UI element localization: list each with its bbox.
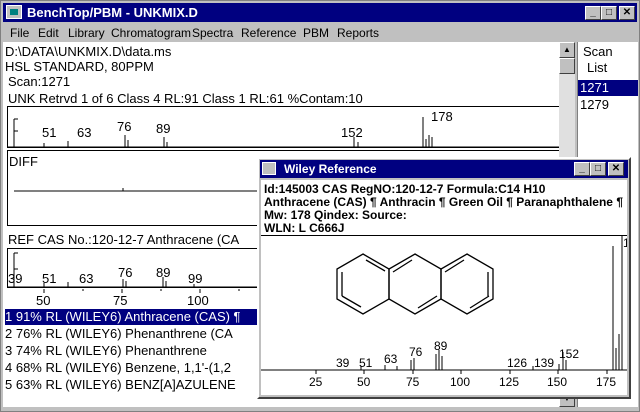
ref-peak-label: 99	[188, 271, 202, 286]
unknown-spectrum-panel[interactable]: 51 63 76 89 152 178	[7, 106, 574, 148]
wiley-peak-label: 126	[507, 356, 527, 370]
search-summary: UNK Retrvd 1 of 6 Class 4 RL:91 Class 1 …	[8, 91, 363, 106]
axis-tick-label: 100	[187, 293, 209, 308]
axis-tick-label: 75	[113, 293, 127, 308]
hit-row[interactable]: 4 68% RL (WILEY6) Benzene, 1,1'-(1,2	[5, 360, 261, 376]
unk-peak-label: 178	[431, 109, 453, 124]
ref-peak-label: 51	[42, 271, 56, 286]
scroll-up-button[interactable]: ▲	[559, 42, 575, 58]
unknown-spectrum-plot: 51 63 76 89 152 178	[8, 109, 574, 148]
mass-axis: 50 75 100	[36, 289, 240, 308]
wiley-axis-tick: 75	[406, 375, 420, 389]
wiley-mw-line: Mw: 178 Qindex: Source:	[264, 208, 407, 222]
menu-bar: File Edit Library Chromatogram Spectra R…	[3, 24, 637, 42]
menu-pbm[interactable]: PBM	[303, 26, 329, 40]
sample-name: HSL STANDARD, 80PPM	[5, 59, 154, 74]
menu-reference[interactable]: Reference	[241, 26, 296, 40]
menu-reports[interactable]: Reports	[337, 26, 379, 40]
scan-list-subtitle: List	[587, 60, 608, 75]
unk-peak-label: 89	[156, 121, 170, 136]
hit-row[interactable]: 2 76% RL (WILEY6) Phenanthrene (CA	[5, 326, 261, 342]
reference-header: REF CAS No.:120-12-7 Anthracene (CA	[8, 232, 240, 247]
wiley-axis-tick: 25	[309, 375, 323, 389]
wiley-peak-label: 76	[409, 345, 423, 359]
wiley-maximize-button[interactable]: □	[590, 162, 606, 176]
wiley-close-button[interactable]: ✕	[608, 162, 624, 176]
menu-chromatogram[interactable]: Chromatogram	[111, 26, 191, 40]
wiley-title: Wiley Reference	[284, 162, 377, 176]
hit-list: 1 91% RL (WILEY6) Anthracene (CAS) ¶ 2 7…	[5, 309, 261, 407]
ref-peak-label: 76	[118, 265, 132, 280]
wiley-axis-tick: 150	[547, 375, 567, 389]
wiley-axis-tick: 125	[499, 375, 519, 389]
hit-row[interactable]: 3 74% RL (WILEY6) Phenanthrene	[5, 343, 261, 359]
wiley-minimize-button[interactable]: _	[574, 162, 590, 176]
unk-peak-label: 63	[77, 125, 91, 140]
unk-peak-label: 152	[341, 125, 363, 140]
app-icon[interactable]	[6, 5, 22, 19]
wiley-axis-tick: 50	[357, 375, 371, 389]
hit-row[interactable]: 5 63% RL (WILEY6) BENZ[A]AZULENE	[5, 377, 261, 393]
hit-row[interactable]: 1 91% RL (WILEY6) Anthracene (CAS) ¶	[5, 309, 261, 325]
menu-edit[interactable]: Edit	[38, 26, 59, 40]
maximize-button[interactable]: □	[601, 6, 617, 20]
ref-peak-label: 89	[156, 265, 170, 280]
wiley-reference-window: Wiley Reference _ □ ✕ Id:145003 CAS RegN…	[257, 157, 631, 399]
wiley-wln-line: WLN: L C666J	[264, 221, 345, 235]
wiley-names-line: Anthracene (CAS) ¶ Anthracin ¶ Green Oil…	[264, 195, 623, 209]
menu-spectra[interactable]: Spectra	[192, 26, 233, 40]
ref-peak-label: 63	[79, 271, 93, 286]
scan-number: Scan:1271	[8, 74, 71, 89]
unk-peak-label: 76	[117, 119, 131, 134]
wiley-peak-label: 39	[336, 356, 350, 370]
wiley-peak-label: 139	[534, 356, 554, 370]
anthracene-structure: 1 39 51 63 76 89 126 139 152 25 50 75 10…	[261, 236, 627, 389]
unk-peak-label: 51	[42, 125, 56, 140]
wiley-id-line: Id:145003 CAS RegNO:120-12-7 Formula:C14…	[264, 182, 546, 196]
wiley-side-label: 1	[623, 236, 627, 250]
wiley-peak-label: 51	[359, 356, 373, 370]
scan-list-item[interactable]: 1279	[580, 97, 609, 112]
main-window: BenchTop/PBM - UNKMIX.D _ □ ✕ File Edit …	[0, 0, 640, 412]
scan-list-title: Scan	[583, 44, 613, 59]
wiley-axis-tick: 100	[450, 375, 470, 389]
title-bar[interactable]: BenchTop/PBM - UNKMIX.D _ □ ✕	[3, 3, 637, 22]
ref-peak-label: 39	[8, 271, 22, 286]
window-title: BenchTop/PBM - UNKMIX.D	[27, 5, 198, 20]
wiley-peak-label: 63	[384, 352, 398, 366]
minimize-button[interactable]: _	[585, 6, 601, 20]
menu-library[interactable]: Library	[68, 26, 105, 40]
window-menu-icon[interactable]	[262, 162, 276, 175]
wiley-axis-tick: 175	[596, 375, 616, 389]
menu-file[interactable]: File	[10, 26, 29, 40]
wiley-title-bar[interactable]: Wiley Reference _ □ ✕	[260, 160, 628, 178]
axis-tick-label: 50	[36, 293, 50, 308]
wiley-peak-label: 152	[559, 347, 579, 361]
wiley-content: Id:145003 CAS RegNO:120-12-7 Formula:C14…	[261, 180, 627, 395]
scan-list-item[interactable]: 1271	[578, 80, 638, 96]
close-button[interactable]: ✕	[619, 6, 635, 20]
file-path: D:\DATA\UNKMIX.D\data.ms	[5, 44, 172, 59]
wiley-peak-label: 89	[434, 339, 448, 353]
scroll-thumb[interactable]	[559, 58, 575, 74]
